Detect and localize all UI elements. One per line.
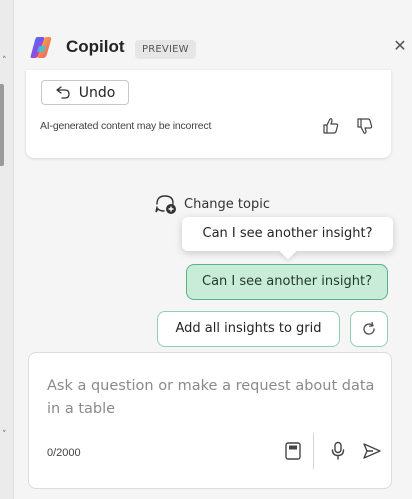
response-card: Undo AI-generated content may be incorre…: [26, 70, 391, 158]
close-button[interactable]: ✕: [390, 36, 410, 56]
preview-badge: PREVIEW: [135, 40, 196, 59]
prompt-guide-button[interactable]: [281, 439, 305, 463]
copilot-pane: Copilot PREVIEW ✕ Undo AI-generated cont…: [14, 0, 412, 499]
change-topic-label: Change topic: [184, 196, 270, 212]
suggestion-add-insights-to-grid[interactable]: Add all insights to grid: [157, 311, 340, 347]
microphone-icon: [331, 441, 345, 460]
refresh-icon: [363, 321, 375, 335]
prompt-book-icon: [285, 442, 301, 460]
undo-icon: [56, 85, 70, 99]
undo-button[interactable]: Undo: [41, 80, 129, 105]
send-icon: [363, 443, 381, 459]
chat-input[interactable]: [47, 375, 377, 425]
character-counter: 0/2000: [47, 447, 81, 459]
ai-disclaimer: AI-generated content may be incorrect: [40, 120, 212, 132]
left-panel-edge: ˄ ˅: [0, 0, 14, 499]
thumbs-down-icon[interactable]: [355, 116, 375, 136]
composer-divider: [313, 433, 314, 469]
thumbs-up-icon[interactable]: [321, 116, 341, 136]
scrollbar-thumb[interactable]: [0, 84, 4, 166]
chevron-down-icon: ˅: [2, 430, 7, 440]
chevron-up-icon: ˄: [2, 56, 7, 66]
copilot-logo-icon: [30, 37, 52, 58]
pane-title: Copilot: [66, 37, 125, 56]
message-tooltip: Can I see another insight?: [182, 217, 393, 251]
chat-add-icon: [155, 195, 176, 214]
chat-composer: 0/2000: [28, 352, 392, 489]
user-message-bubble: Can I see another insight?: [186, 264, 388, 300]
send-button[interactable]: [360, 439, 384, 463]
refresh-suggestions-button[interactable]: [350, 311, 388, 347]
change-topic-button[interactable]: Change topic: [154, 193, 270, 215]
undo-label: Undo: [78, 84, 116, 101]
microphone-button[interactable]: [326, 439, 350, 463]
